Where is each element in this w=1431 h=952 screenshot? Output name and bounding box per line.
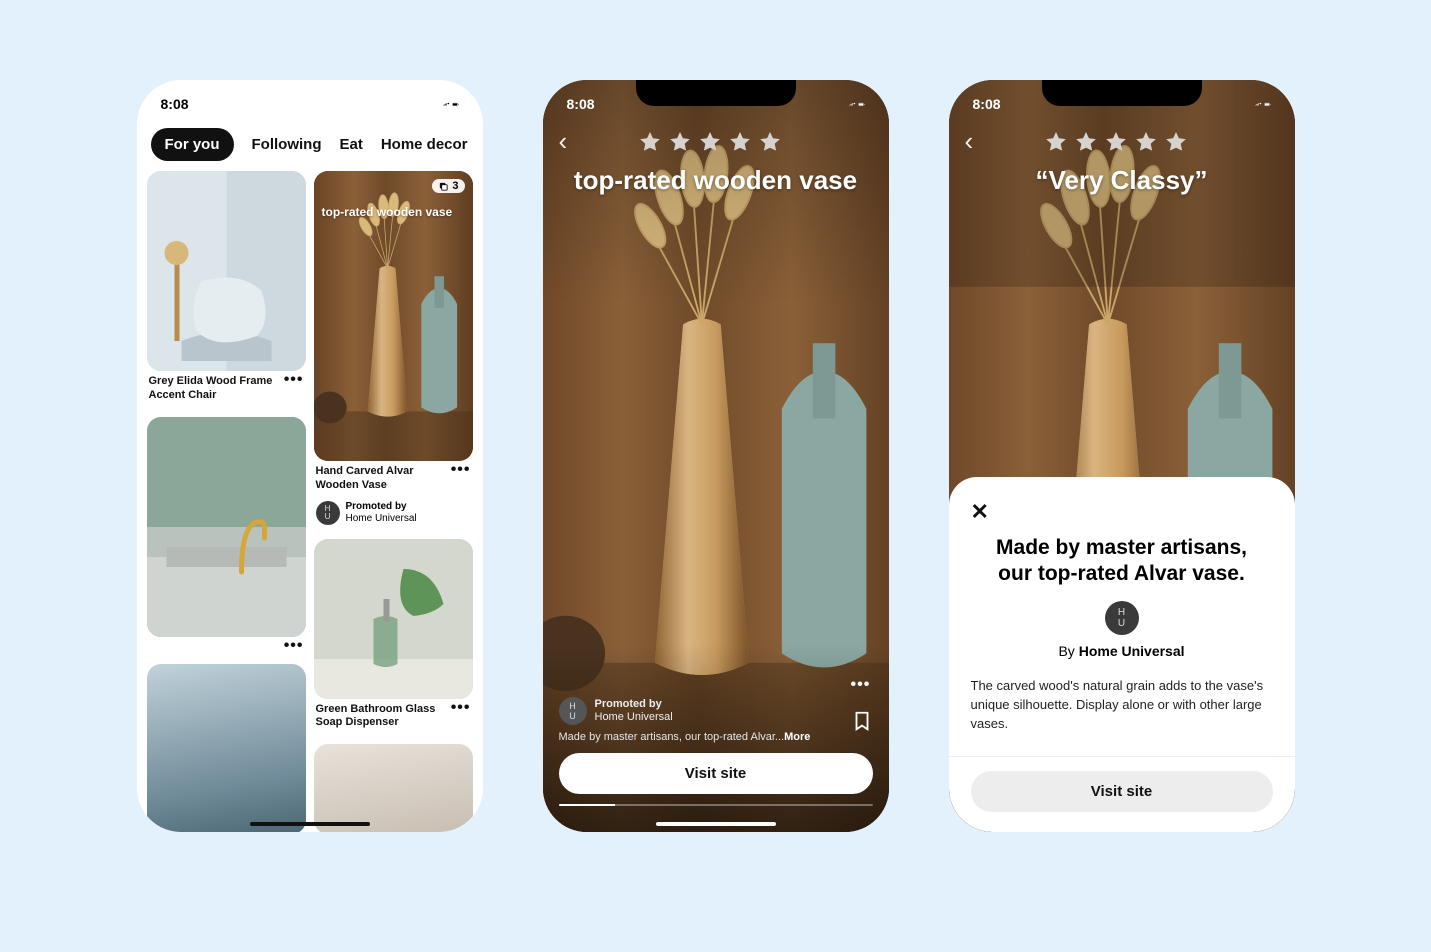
star-icon (758, 130, 782, 154)
pin-hand[interactable] (147, 664, 306, 832)
sheet-body: The carved wood's natural grain adds to … (971, 677, 1273, 734)
brand-avatar: H U (559, 697, 587, 725)
pin-title: Green Bathroom Glass Soap Dispenser (316, 703, 451, 731)
feed-masonry: Grey Elida Wood Frame Accent Chair ••• (137, 171, 483, 832)
star-icon (1104, 130, 1128, 154)
star-icon (728, 130, 752, 154)
detail-headline: top-rated wooden vase (559, 165, 873, 196)
more-icon[interactable]: ••• (284, 641, 304, 651)
notch (636, 80, 796, 106)
pin-sink[interactable]: ••• (147, 417, 306, 659)
visit-site-button[interactable]: Visit site (559, 753, 873, 794)
promoted-by-name: Home Universal (595, 711, 673, 724)
pin-image: 3 top-rated wooden vase (314, 171, 473, 461)
tab-for-you[interactable]: For you (151, 128, 234, 161)
badge-count: 3 (452, 180, 458, 192)
promoted-by-name: Home Universal (346, 513, 417, 525)
more-link[interactable]: More (784, 731, 810, 743)
visit-site-button[interactable]: Visit site (971, 771, 1273, 812)
rating-stars (985, 130, 1246, 154)
pin-image (314, 539, 473, 699)
status-time: 8:08 (567, 96, 595, 112)
detail-header: ‹ “Very Classy” (949, 120, 1295, 202)
more-icon[interactable]: ••• (451, 465, 471, 475)
status-time: 8:08 (161, 96, 189, 112)
pin-image (147, 171, 306, 371)
tab-following[interactable]: Following (252, 136, 322, 153)
detail-sheet: ✕ Made by master artisans, our top-rated… (949, 477, 1295, 832)
promoted-by-label: Promoted by (595, 698, 673, 711)
status-icons (1255, 98, 1271, 110)
tab-home-decor[interactable]: Home decor (381, 136, 468, 153)
promoted-by-label: Promoted by (346, 501, 417, 513)
star-icon (1164, 130, 1188, 154)
pin-plates[interactable] (314, 744, 473, 832)
star-icon (1134, 130, 1158, 154)
star-icon (1074, 130, 1098, 154)
progress-bar (559, 804, 873, 806)
multi-page-badge: 3 (432, 179, 464, 193)
pin-soap[interactable]: Green Bathroom Glass Soap Dispenser ••• (314, 539, 473, 739)
pin-image (314, 744, 473, 832)
phone-detail-a: 8:08 ‹ top-rated wooden vase (543, 80, 889, 832)
pin-image (147, 664, 306, 832)
promoted-by-row[interactable]: H U Promoted by Home Universal (559, 697, 873, 725)
brand-avatar: H U (1105, 601, 1139, 635)
star-icon (698, 130, 722, 154)
sheet-title: Made by master artisans, our top-rated A… (981, 535, 1263, 588)
feed-body: For you Following Eat Home decor (137, 120, 483, 832)
pin-overlay-text: top-rated wooden vase (322, 205, 465, 219)
phone-detail-b: 8:08 ‹ “Very Classy” ✕ Made by master ar… (949, 80, 1295, 832)
detail-header: ‹ top-rated wooden vase (543, 120, 889, 202)
tab-eat[interactable]: Eat (339, 136, 362, 153)
caption[interactable]: Made by master artisans, our top-rated A… (559, 731, 873, 743)
detail-headline: “Very Classy” (965, 165, 1279, 196)
by-line: By Home Universal (971, 643, 1273, 659)
stack-icon (438, 181, 449, 192)
star-icon (668, 130, 692, 154)
star-icon (1044, 130, 1068, 154)
more-icon[interactable]: ••• (451, 703, 471, 713)
more-icon[interactable]: ••• (851, 680, 873, 690)
status-bar: 8:08 (137, 80, 483, 120)
feed-tabs: For you Following Eat Home decor (137, 120, 483, 171)
pin-vase-promoted[interactable]: 3 top-rated wooden vase Hand Carved Alva… (314, 171, 473, 533)
close-icon[interactable]: ✕ (971, 499, 1273, 525)
detail-footer: H U Promoted by Home Universal Made by m… (543, 697, 889, 832)
status-icons (443, 98, 459, 110)
pin-title: Hand Carved Alvar Wooden Vase (316, 465, 451, 493)
promoted-by-row[interactable]: H U Promoted by Home Universal (314, 501, 473, 533)
back-icon[interactable]: ‹ (559, 126, 568, 157)
status-icons (849, 98, 865, 110)
more-icon[interactable]: ••• (284, 375, 304, 385)
home-indicator (250, 822, 370, 826)
phone-feed: 8:08 For you Following Eat Home decor (137, 80, 483, 832)
notch (1042, 80, 1202, 106)
pin-title: Grey Elida Wood Frame Accent Chair (149, 375, 284, 403)
brand-avatar: H U (316, 501, 340, 525)
star-icon (638, 130, 662, 154)
rating-stars (579, 130, 840, 154)
back-icon[interactable]: ‹ (965, 126, 974, 157)
status-time: 8:08 (973, 96, 1001, 112)
pin-chair[interactable]: Grey Elida Wood Frame Accent Chair ••• (147, 171, 306, 411)
pin-image (147, 417, 306, 637)
